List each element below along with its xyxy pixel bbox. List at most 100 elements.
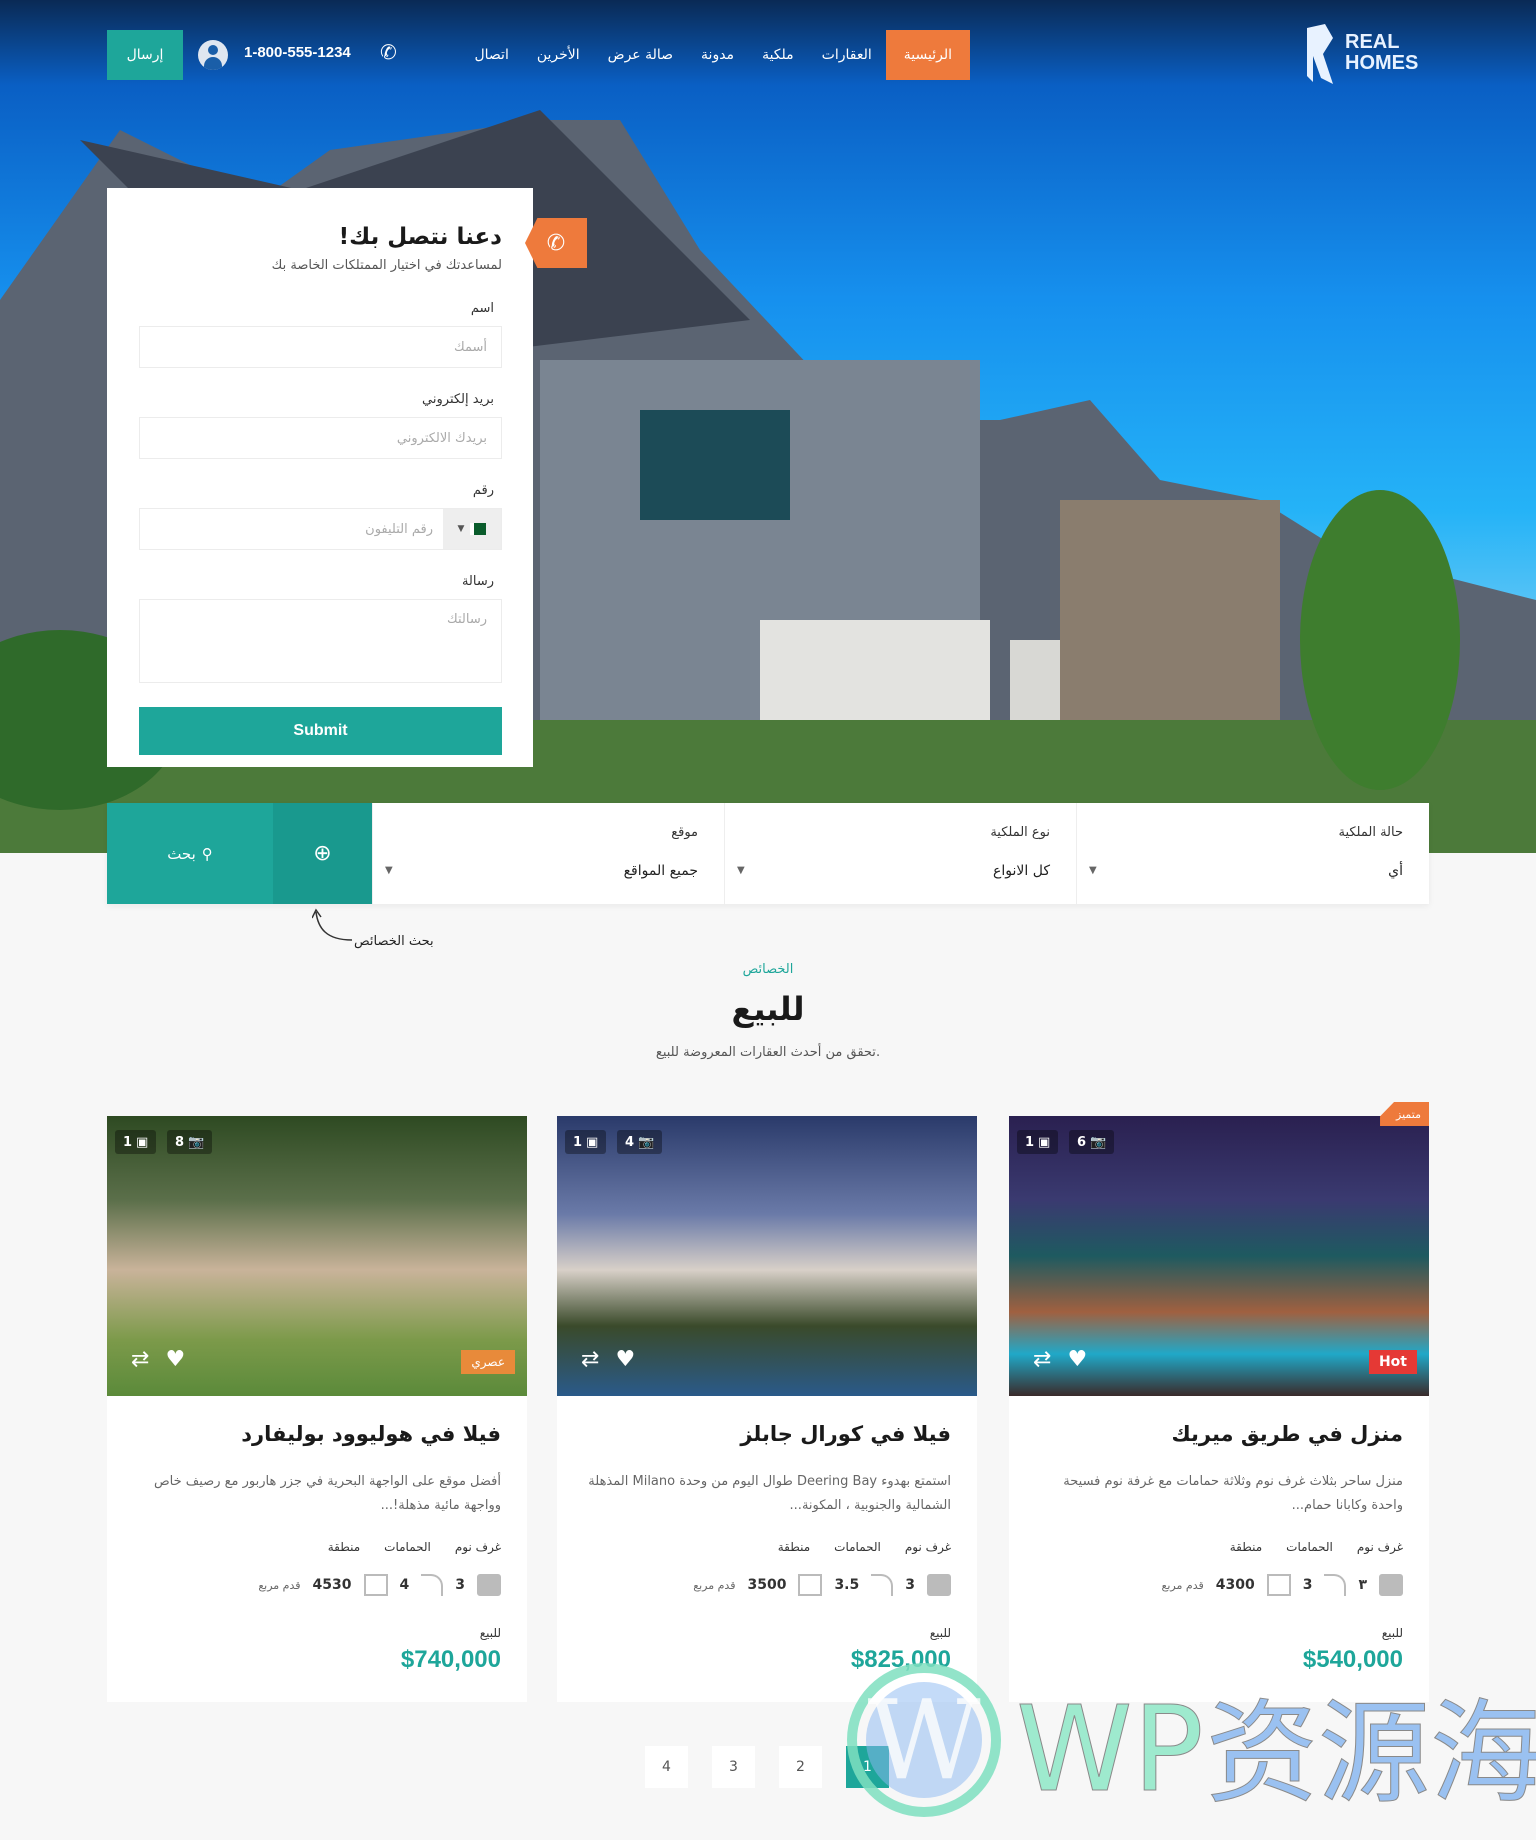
page-3[interactable]: 3 [712, 1746, 755, 1788]
area-icon [798, 1574, 823, 1596]
heart-icon[interactable]: ♥ [1067, 1347, 1087, 1372]
form-subtitle: لمساعدتك في اختيار الممتلكات الخاصة بك [271, 258, 502, 273]
beds-value: ٣ [1358, 1577, 1367, 1593]
logo-r-icon [1307, 24, 1333, 84]
heart-icon[interactable]: ♥ [165, 1347, 185, 1372]
property-status-select[interactable]: حالة الملكية أي ▼ [1076, 803, 1429, 904]
menu-item-others[interactable]: الأخرين [523, 30, 594, 80]
area-value: 4300 [1215, 1577, 1255, 1593]
name-label: اسم [470, 301, 494, 316]
area-label: منطقة [777, 1540, 811, 1554]
section-subtitle: تحقق من أحدث العقارات المعروضة للبيع. [655, 1045, 881, 1060]
search-annotation: بحث الخصائص [354, 934, 434, 949]
property-title[interactable]: منزل في طريق ميريك [1171, 1422, 1403, 1446]
property-status: للبيع [929, 1626, 951, 1640]
watermark-logo: W WP 资源海 [847, 1663, 1536, 1820]
video-count-value: 1 [123, 1134, 133, 1150]
camera-icon: 📷 [188, 1134, 205, 1150]
send-button[interactable]: إرسال [107, 30, 183, 80]
submit-button[interactable]: Submit [139, 707, 502, 755]
property-image[interactable]: 6 📷 1 ▣ Hot ⇄ ♥ [1009, 1116, 1429, 1396]
compare-icon[interactable]: ⇄ [131, 1347, 149, 1372]
property-status: للبيع [479, 1626, 501, 1640]
baths-value: 3.5 [834, 1577, 860, 1593]
page-4[interactable]: 4 [645, 1746, 688, 1788]
heart-icon[interactable]: ♥ [615, 1347, 635, 1372]
property-title[interactable]: فيلا في هوليوود بوليفارد [241, 1422, 501, 1446]
property-card[interactable]: 4 📷 1 ▣ ⇄ ♥ فيلا في كورال جابلز استمتع بهدو… [557, 1116, 977, 1702]
photo-count: 4 📷 [617, 1130, 663, 1154]
shower-icon [871, 1574, 894, 1596]
beds-value: 3 [905, 1577, 915, 1593]
caret-down-icon: ▼ [457, 524, 465, 534]
photo-count: 6 📷 [1069, 1130, 1115, 1154]
compare-icon[interactable]: ⇄ [1033, 1347, 1051, 1372]
area-icon [363, 1574, 388, 1596]
hot-tag: Hot [1368, 1350, 1417, 1374]
status-value: أي [1388, 863, 1403, 879]
top-nav: إرسال 1-800-555-1234 ✆ الرئيسية العقارات… [0, 0, 1536, 105]
compare-icon[interactable]: ⇄ [581, 1347, 599, 1372]
type-value: كل الانواع [993, 863, 1050, 879]
property-image[interactable]: 8 📷 1 ▣ عصري ⇄ ♥ [107, 1116, 527, 1396]
page-2[interactable]: 2 [779, 1746, 822, 1788]
property-description: منزل ساحر بثلاث غرف نوم وثلاثة حمامات مع… [1063, 1474, 1403, 1513]
film-icon: ▣ [586, 1134, 599, 1150]
baths-label: الحمامات [384, 1540, 431, 1554]
main-menu: الرئيسية العقارات ملكية مدونة صالة عرض ا… [430, 30, 970, 80]
search-icon: ⚲ [201, 844, 213, 863]
camera-icon: 📷 [638, 1134, 655, 1150]
menu-item-blog[interactable]: مدونة [687, 30, 748, 80]
video-count: 1 ▣ [115, 1130, 157, 1154]
phone-label: رقم [472, 483, 494, 498]
name-input[interactable]: أسمك [139, 326, 502, 368]
phone-number[interactable]: 1-800-555-1234 [244, 44, 351, 61]
beds-label: غرف نوم [904, 1540, 951, 1554]
form-title: دعنا نتصل بك! [338, 224, 502, 250]
area-icon [1266, 1574, 1291, 1596]
property-status: للبيع [1381, 1626, 1403, 1640]
menu-item-properties[interactable]: العقارات [808, 30, 886, 80]
photo-count-value: 4 [625, 1134, 635, 1150]
area-label: منطقة [1229, 1540, 1263, 1554]
area-label: منطقة [327, 1540, 361, 1554]
area-unit: قدم مربع [258, 1578, 301, 1592]
film-icon: ▣ [136, 1134, 149, 1150]
property-type-select[interactable]: نوع الملكية كل الانواع ▼ [724, 803, 1076, 904]
search-button[interactable]: بحث ⚲ [107, 803, 273, 904]
svg-text:W: W [867, 1676, 980, 1804]
shower-icon [1324, 1574, 1347, 1596]
menu-item-property[interactable]: ملكية [748, 30, 808, 80]
phone-input[interactable]: رقم التليفون [140, 509, 443, 549]
beds-value: 3 [455, 1577, 465, 1593]
logo[interactable]: REAL HOMES [1303, 24, 1433, 86]
bed-icon [477, 1574, 501, 1596]
photo-count-value: 8 [175, 1134, 185, 1150]
location-value: جميع المواقع [623, 863, 698, 879]
menu-item-gallery[interactable]: صالة عرض [594, 30, 687, 80]
message-textarea[interactable]: رسالتك [139, 599, 502, 683]
menu-item-contact[interactable]: اتصال [460, 30, 522, 80]
property-card[interactable]: 8 📷 1 ▣ عصري ⇄ ♥ فيلا في هوليوود بوليفارد أ… [107, 1116, 527, 1702]
pakistan-flag-icon [470, 523, 487, 535]
area-value: 3500 [747, 1577, 787, 1593]
shower-icon [421, 1574, 444, 1596]
user-icon[interactable] [198, 40, 228, 70]
logo-text: REAL HOMES [1345, 31, 1419, 74]
phone-icon: ✆ [380, 40, 397, 64]
video-count: 1 ▣ [565, 1130, 607, 1154]
property-price: $740,000 [400, 1646, 501, 1673]
location-select[interactable]: موقع جميع المواقع ▼ [372, 803, 724, 904]
property-card[interactable]: متميز 6 📷 1 ▣ Hot ⇄ ♥ منزل في طريق ميريك من… [1009, 1102, 1429, 1702]
arrow-icon [312, 908, 353, 941]
advanced-search-button[interactable]: ⊕ [273, 803, 372, 904]
message-label: رسالة [461, 574, 494, 589]
property-title[interactable]: فيلا في كورال جابلز [740, 1422, 951, 1446]
menu-item-home[interactable]: الرئيسية [885, 30, 970, 80]
section-label: الخصائص [742, 962, 794, 977]
email-input[interactable]: بريدك الالكتروني [139, 417, 502, 459]
bed-icon [1379, 1574, 1403, 1596]
video-count: 1 ▣ [1017, 1130, 1059, 1154]
property-image[interactable]: 4 📷 1 ▣ ⇄ ♥ [557, 1116, 977, 1396]
country-select[interactable]: ▼ [443, 509, 501, 549]
